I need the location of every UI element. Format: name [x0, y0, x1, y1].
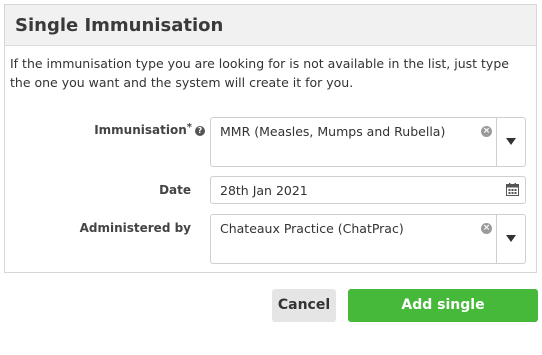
panel-header: Single Immunisation	[5, 5, 536, 46]
required-mark: *	[186, 122, 192, 133]
add-single-immunisation-button[interactable]: Add single immunisation	[348, 289, 538, 346]
administered-by-dropdown-toggle[interactable]	[496, 215, 525, 263]
immunisation-value: MMR (Measles, Mumps and Rubella)	[220, 124, 446, 139]
calendar-icon[interactable]	[506, 183, 519, 196]
date-input[interactable]: 28th Jan 2021	[210, 176, 526, 204]
immunisation-label-text: Immunisation	[94, 123, 187, 137]
help-icon[interactable]: ?	[195, 126, 205, 136]
cancel-button[interactable]: Cancel	[272, 289, 336, 322]
info-text: If the immunisation type you are looking…	[10, 56, 509, 90]
immunisation-label: Immunisation*?	[60, 122, 205, 137]
page-title: Single Immunisation	[15, 15, 224, 36]
immunisation-select[interactable]: MMR (Measles, Mumps and Rubella) ×	[210, 117, 526, 167]
chevron-down-icon	[506, 235, 516, 242]
administered-by-label: Administered by	[79, 221, 191, 235]
clear-icon[interactable]: ×	[481, 126, 492, 137]
administered-by-select[interactable]: Chateaux Practice (ChatPrac) ×	[210, 214, 526, 264]
date-value: 28th Jan 2021	[220, 183, 308, 198]
immunisation-dropdown-toggle[interactable]	[496, 118, 525, 166]
clear-icon[interactable]: ×	[481, 223, 492, 234]
date-label: Date	[159, 183, 191, 197]
administered-by-value: Chateaux Practice (ChatPrac)	[220, 221, 404, 236]
chevron-down-icon	[506, 138, 516, 145]
